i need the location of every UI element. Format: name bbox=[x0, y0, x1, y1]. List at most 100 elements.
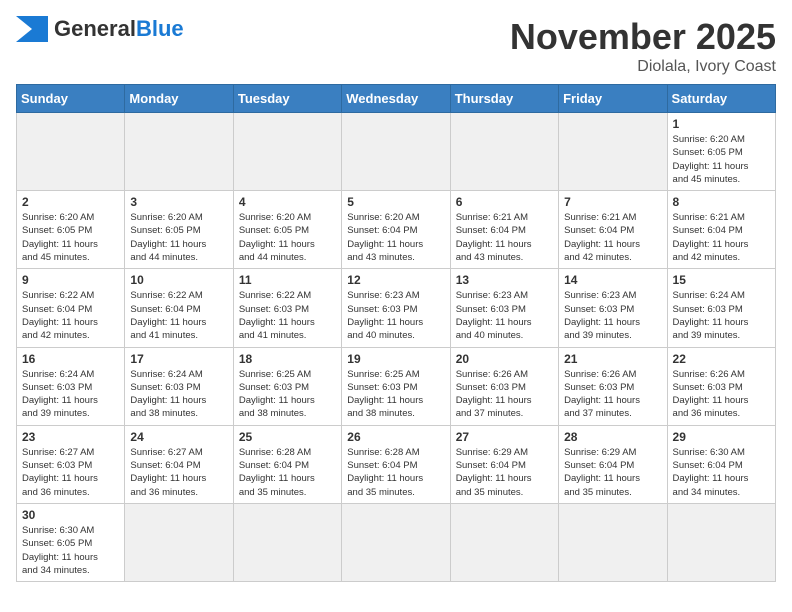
day-info: Sunrise: 6:26 AM Sunset: 6:03 PM Dayligh… bbox=[673, 368, 770, 421]
day-info: Sunrise: 6:27 AM Sunset: 6:03 PM Dayligh… bbox=[22, 446, 119, 499]
day-info: Sunrise: 6:24 AM Sunset: 6:03 PM Dayligh… bbox=[673, 289, 770, 342]
calendar-cell: 3Sunrise: 6:20 AM Sunset: 6:05 PM Daylig… bbox=[125, 191, 233, 269]
day-number: 28 bbox=[564, 430, 661, 444]
logo-text: GeneralBlue bbox=[54, 16, 184, 42]
day-number: 18 bbox=[239, 352, 336, 366]
day-info: Sunrise: 6:24 AM Sunset: 6:03 PM Dayligh… bbox=[130, 368, 227, 421]
calendar-cell: 17 Sunrise: 6:24 AM Sunset: 6:03 PM Dayli… bbox=[125, 347, 233, 425]
day-number: 9 bbox=[22, 273, 119, 287]
calendar-cell: 15 Sunrise: 6:24 AM Sunset: 6:03 PM Dayli… bbox=[667, 269, 775, 347]
calendar-cell: 20 Sunrise: 6:26 AM Sunset: 6:03 PM Dayli… bbox=[450, 347, 558, 425]
weekday-header-sunday: Sunday bbox=[17, 85, 125, 113]
day-info: Sunrise: 6:28 AM Sunset: 6:04 PM Dayligh… bbox=[347, 446, 444, 499]
day-info: Sunrise: 6:26 AM Sunset: 6:03 PM Dayligh… bbox=[564, 368, 661, 421]
day-info: Sunrise: 6:30 AM Sunset: 6:04 PM Dayligh… bbox=[673, 446, 770, 499]
day-number: 15 bbox=[673, 273, 770, 287]
calendar-cell: 26 Sunrise: 6:28 AM Sunset: 6:04 PM Dayli… bbox=[342, 425, 450, 503]
day-number: 12 bbox=[347, 273, 444, 287]
day-info: Sunrise: 6:20 AM Sunset: 6:04 PM Dayligh… bbox=[347, 211, 444, 264]
day-info: Sunrise: 6:24 AM Sunset: 6:03 PM Dayligh… bbox=[22, 368, 119, 421]
calendar-cell: 25 Sunrise: 6:28 AM Sunset: 6:04 PM Dayli… bbox=[233, 425, 341, 503]
calendar-cell: 22 Sunrise: 6:26 AM Sunset: 6:03 PM Dayli… bbox=[667, 347, 775, 425]
day-number: 25 bbox=[239, 430, 336, 444]
calendar-cell bbox=[450, 503, 558, 581]
day-info: Sunrise: 6:23 AM Sunset: 6:03 PM Dayligh… bbox=[564, 289, 661, 342]
day-number: 23 bbox=[22, 430, 119, 444]
day-number: 5 bbox=[347, 195, 444, 209]
logo: GeneralBlue bbox=[16, 16, 184, 42]
day-number: 1 bbox=[673, 117, 770, 131]
location-title: Diolala, Ivory Coast bbox=[510, 58, 776, 76]
day-info: Sunrise: 6:20 AM Sunset: 6:05 PM Dayligh… bbox=[673, 133, 770, 186]
day-info: Sunrise: 6:22 AM Sunset: 6:04 PM Dayligh… bbox=[22, 289, 119, 342]
day-number: 2 bbox=[22, 195, 119, 209]
calendar-row-5: 30 Sunrise: 6:30 AM Sunset: 6:05 PM Dayli… bbox=[17, 503, 776, 581]
day-number: 30 bbox=[22, 508, 119, 522]
day-info: Sunrise: 6:23 AM Sunset: 6:03 PM Dayligh… bbox=[456, 289, 553, 342]
calendar-cell bbox=[233, 113, 341, 191]
calendar-cell: 11Sunrise: 6:22 AM Sunset: 6:03 PM Dayli… bbox=[233, 269, 341, 347]
day-info: Sunrise: 6:29 AM Sunset: 6:04 PM Dayligh… bbox=[456, 446, 553, 499]
calendar-row-2: 9 Sunrise: 6:22 AM Sunset: 6:04 PM Daylig… bbox=[17, 269, 776, 347]
calendar-cell: 12 Sunrise: 6:23 AM Sunset: 6:03 PM Dayli… bbox=[342, 269, 450, 347]
day-info: Sunrise: 6:21 AM Sunset: 6:04 PM Dayligh… bbox=[673, 211, 770, 264]
day-info: Sunrise: 6:21 AM Sunset: 6:04 PM Dayligh… bbox=[564, 211, 661, 264]
calendar-row-3: 16Sunrise: 6:24 AM Sunset: 6:03 PM Dayli… bbox=[17, 347, 776, 425]
day-number: 22 bbox=[673, 352, 770, 366]
day-number: 7 bbox=[564, 195, 661, 209]
weekday-header-row: SundayMondayTuesdayWednesdayThursdayFrid… bbox=[17, 85, 776, 113]
calendar-cell bbox=[342, 503, 450, 581]
day-number: 19 bbox=[347, 352, 444, 366]
day-number: 8 bbox=[673, 195, 770, 209]
day-info: Sunrise: 6:20 AM Sunset: 6:05 PM Dayligh… bbox=[22, 211, 119, 264]
day-info: Sunrise: 6:20 AM Sunset: 6:05 PM Dayligh… bbox=[130, 211, 227, 264]
calendar-cell bbox=[559, 113, 667, 191]
day-number: 29 bbox=[673, 430, 770, 444]
day-info: Sunrise: 6:27 AM Sunset: 6:04 PM Dayligh… bbox=[130, 446, 227, 499]
calendar-cell: 6Sunrise: 6:21 AM Sunset: 6:04 PM Daylig… bbox=[450, 191, 558, 269]
day-info: Sunrise: 6:30 AM Sunset: 6:05 PM Dayligh… bbox=[22, 524, 119, 577]
day-info: Sunrise: 6:23 AM Sunset: 6:03 PM Dayligh… bbox=[347, 289, 444, 342]
calendar-cell: 1 Sunrise: 6:20 AM Sunset: 6:05 PM Daylig… bbox=[667, 113, 775, 191]
calendar-cell: 29 Sunrise: 6:30 AM Sunset: 6:04 PM Dayli… bbox=[667, 425, 775, 503]
calendar-cell bbox=[342, 113, 450, 191]
calendar-cell bbox=[667, 503, 775, 581]
calendar-cell: 7 Sunrise: 6:21 AM Sunset: 6:04 PM Daylig… bbox=[559, 191, 667, 269]
calendar-cell: 13Sunrise: 6:23 AM Sunset: 6:03 PM Dayli… bbox=[450, 269, 558, 347]
day-info: Sunrise: 6:22 AM Sunset: 6:04 PM Dayligh… bbox=[130, 289, 227, 342]
calendar-cell bbox=[233, 503, 341, 581]
day-info: Sunrise: 6:25 AM Sunset: 6:03 PM Dayligh… bbox=[347, 368, 444, 421]
calendar-cell: 10Sunrise: 6:22 AM Sunset: 6:04 PM Dayli… bbox=[125, 269, 233, 347]
day-info: Sunrise: 6:20 AM Sunset: 6:05 PM Dayligh… bbox=[239, 211, 336, 264]
calendar-cell: 14 Sunrise: 6:23 AM Sunset: 6:03 PM Dayli… bbox=[559, 269, 667, 347]
calendar-cell: 28 Sunrise: 6:29 AM Sunset: 6:04 PM Dayli… bbox=[559, 425, 667, 503]
calendar-cell: 30 Sunrise: 6:30 AM Sunset: 6:05 PM Dayli… bbox=[17, 503, 125, 581]
day-number: 26 bbox=[347, 430, 444, 444]
calendar-cell bbox=[450, 113, 558, 191]
calendar-cell: 2 Sunrise: 6:20 AM Sunset: 6:05 PM Daylig… bbox=[17, 191, 125, 269]
day-info: Sunrise: 6:22 AM Sunset: 6:03 PM Dayligh… bbox=[239, 289, 336, 342]
weekday-header-monday: Monday bbox=[125, 85, 233, 113]
month-title: November 2025 bbox=[510, 16, 776, 58]
calendar-cell: 16Sunrise: 6:24 AM Sunset: 6:03 PM Dayli… bbox=[17, 347, 125, 425]
day-number: 20 bbox=[456, 352, 553, 366]
calendar-cell: 27Sunrise: 6:29 AM Sunset: 6:04 PM Dayli… bbox=[450, 425, 558, 503]
weekday-header-thursday: Thursday bbox=[450, 85, 558, 113]
calendar-cell bbox=[125, 113, 233, 191]
day-info: Sunrise: 6:21 AM Sunset: 6:04 PM Dayligh… bbox=[456, 211, 553, 264]
day-number: 14 bbox=[564, 273, 661, 287]
calendar-cell: 8 Sunrise: 6:21 AM Sunset: 6:04 PM Daylig… bbox=[667, 191, 775, 269]
calendar-cell: 24Sunrise: 6:27 AM Sunset: 6:04 PM Dayli… bbox=[125, 425, 233, 503]
page-header: GeneralBlue November 2025 Diolala, Ivory… bbox=[16, 16, 776, 76]
calendar-cell: 23 Sunrise: 6:27 AM Sunset: 6:03 PM Dayli… bbox=[17, 425, 125, 503]
calendar-table: SundayMondayTuesdayWednesdayThursdayFrid… bbox=[16, 84, 776, 582]
calendar-cell: 4Sunrise: 6:20 AM Sunset: 6:05 PM Daylig… bbox=[233, 191, 341, 269]
calendar-row-1: 2 Sunrise: 6:20 AM Sunset: 6:05 PM Daylig… bbox=[17, 191, 776, 269]
calendar-cell: 19 Sunrise: 6:25 AM Sunset: 6:03 PM Dayli… bbox=[342, 347, 450, 425]
day-info: Sunrise: 6:29 AM Sunset: 6:04 PM Dayligh… bbox=[564, 446, 661, 499]
day-info: Sunrise: 6:28 AM Sunset: 6:04 PM Dayligh… bbox=[239, 446, 336, 499]
calendar-cell: 18Sunrise: 6:25 AM Sunset: 6:03 PM Dayli… bbox=[233, 347, 341, 425]
day-info: Sunrise: 6:26 AM Sunset: 6:03 PM Dayligh… bbox=[456, 368, 553, 421]
day-number: 21 bbox=[564, 352, 661, 366]
day-number: 17 bbox=[130, 352, 227, 366]
